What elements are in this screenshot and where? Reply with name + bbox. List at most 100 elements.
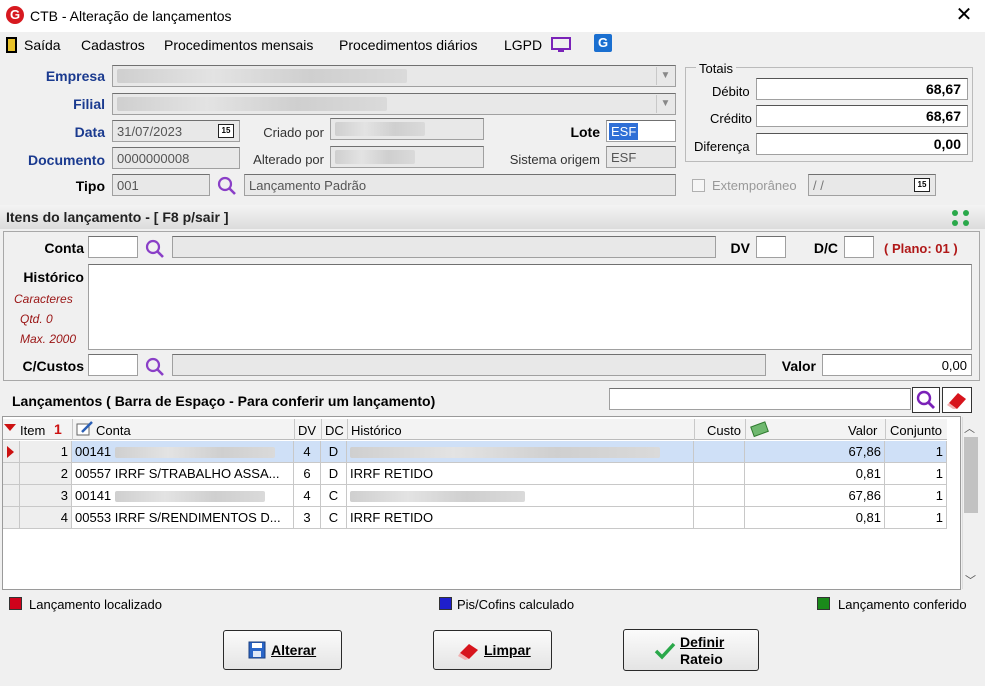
expand-icon[interactable] [950,208,972,228]
checkmark-icon [654,642,676,660]
debito-value: 68,67 [756,78,968,100]
ccustos-input[interactable] [88,354,138,376]
credito-value: 68,67 [756,105,968,127]
col-dc[interactable]: DC [325,423,344,443]
table-row[interactable]: 4 00553 IRRF S/RENDIMENTOS D... 3 C IRRF… [3,507,947,529]
cell-historico: IRRF RETIDO [347,463,694,485]
filial-value [117,97,387,111]
row-indicator [3,507,20,529]
table-row[interactable]: 3 00141 4 C 67,86 1 [3,485,947,507]
menu-bar [0,32,985,58]
col-conta[interactable]: Conta [96,423,131,443]
tipo-desc-field: Lançamento Padrão [244,174,676,196]
documento-field[interactable]: 0000000008 [112,147,240,169]
filial-label: Filial [73,96,105,112]
cell-conta: 00141 [72,441,294,463]
criado-por-value [335,122,425,136]
extemporaneo-label: Extemporâneo [712,178,797,193]
menu-procedimentos-mensais[interactable]: Procedimentos mensais [164,37,313,53]
historico-textarea[interactable] [88,264,972,350]
search-icon[interactable] [144,238,166,260]
eraser-icon [458,644,478,660]
tipo-label: Tipo [75,178,105,194]
diferenca-label: Diferença [694,139,750,154]
documento-label: Documento [28,152,105,168]
alterado-por-value [335,150,415,164]
exit-door-icon [6,37,17,53]
cell-item: 2 [20,463,72,485]
cell-item: 1 [20,441,72,463]
g-app-icon[interactable]: G [594,34,612,52]
window-title: CTB - Alteração de lançamentos [30,8,232,24]
limpar-button[interactable]: Limpar [433,630,552,670]
alterado-por-label: Alterado por [253,152,324,167]
sort-asc-icon[interactable]: 1 [54,421,62,437]
calendar-icon[interactable]: 15 [914,178,930,192]
col-item[interactable]: Item [20,423,45,443]
search-button[interactable] [912,387,940,413]
caracteres-label: Caracteres [14,292,73,306]
cell-item: 4 [20,507,72,529]
search-icon[interactable] [144,356,166,378]
valor-label: Valor [781,358,816,374]
qtd-label: Qtd. 0 [20,312,53,326]
filial-combo[interactable] [112,93,676,115]
table-row[interactable]: 2 00557 IRRF S/TRABALHO ASSA... 6 D IRRF… [3,463,947,485]
menu-cadastros[interactable]: Cadastros [81,37,145,53]
app-logo-icon: G [6,6,24,24]
chevron-down-icon[interactable]: ▼ [656,95,674,113]
lancamentos-header: Lançamentos ( Barra de Espaço - Para con… [12,393,436,409]
cell-conta: 00141 [72,485,294,507]
dv-input[interactable] [756,236,786,258]
lancamentos-search-input[interactable] [609,388,911,410]
dc-label: D/C [813,240,838,256]
lote-field[interactable]: ESF [606,120,676,142]
conta-input[interactable] [88,236,138,258]
table-row[interactable]: 1 00141 4 D 67,86 1 [3,441,947,463]
valor-input[interactable]: 0,00 [822,354,972,376]
legend-conferido-label: Lançamento conferido [838,597,967,612]
dv-label: DV [730,240,750,256]
sistema-origem-label: Sistema origem [509,152,600,167]
legend-piscofins-label: Pis/Cofins calculado [457,597,575,612]
current-row-icon [7,446,14,458]
col-custo[interactable]: Custo [707,423,741,443]
dc-input[interactable] [844,236,874,258]
itens-header: Itens do lançamento - [ F8 p/sair ] [6,209,229,225]
col-valor[interactable]: Valor [848,423,877,443]
col-historico[interactable]: Histórico [351,423,402,443]
chevron-down-icon[interactable]: ▼ [656,67,674,85]
extemporaneo-checkbox[interactable] [692,179,705,192]
legend-piscofins-swatch [439,597,452,610]
monitor-icon[interactable] [550,36,572,54]
col-dv[interactable]: DV [298,423,316,443]
data-label: Data [74,124,105,140]
menu-lgpd[interactable]: LGPD [504,37,542,53]
cell-dv: 6 [294,463,321,485]
cell-custo [694,507,745,529]
search-icon [916,390,935,409]
cell-conjunto: 1 [885,485,947,507]
sort-down-icon[interactable] [4,424,16,431]
definir-rateio-button[interactable]: Definir Rateio [623,629,759,671]
money-icon [750,421,769,438]
close-icon[interactable]: ✕ [952,3,976,27]
menu-procedimentos-diarios[interactable]: Procedimentos diários [339,37,478,53]
cell-valor: 0,81 [745,463,885,485]
search-icon[interactable] [216,175,238,197]
scrollbar-thumb[interactable] [964,437,978,513]
menu-saida[interactable]: Saída [24,37,61,53]
chevron-down-icon[interactable]: ﹀ [965,572,976,588]
empresa-combo[interactable] [112,65,676,87]
cell-custo [694,485,745,507]
clear-search-button[interactable] [942,387,972,413]
alterar-button[interactable]: Alterar [223,630,342,670]
calendar-icon[interactable]: 15 [218,124,234,138]
cell-valor: 0,81 [745,507,885,529]
row-indicator [3,441,20,463]
chevron-up-icon[interactable]: ︿ [964,420,975,436]
criado-por-label: Criado por [263,125,324,140]
conta-desc-field [172,236,716,258]
tipo-code-field[interactable]: 001 [112,174,210,196]
col-conjunto[interactable]: Conjunto [890,423,942,443]
